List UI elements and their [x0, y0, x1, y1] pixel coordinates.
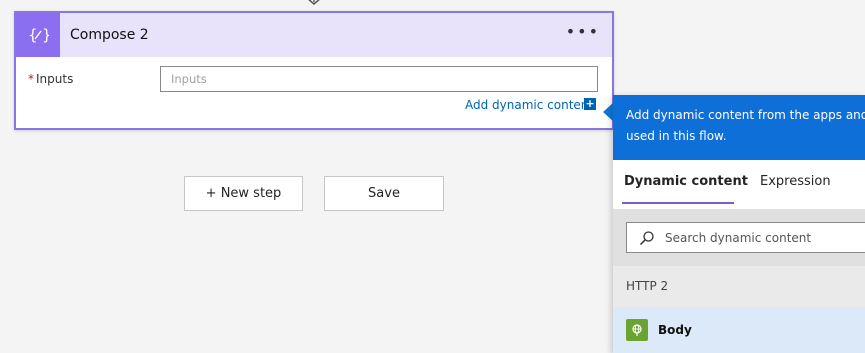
search-input[interactable]: Search dynamic content [626, 222, 865, 253]
card-title[interactable]: Compose 2 [70, 27, 149, 43]
svg-text:{: { [28, 26, 38, 44]
inputs-label-text: Inputs [36, 72, 74, 86]
search-icon [639, 230, 654, 245]
save-button[interactable]: Save [324, 176, 444, 211]
card-header[interactable]: { } Compose 2 ••• [16, 13, 612, 57]
inputs-field[interactable] [160, 66, 598, 92]
inputs-label: * Inputs [28, 72, 73, 86]
new-step-button[interactable]: + New step [184, 176, 303, 211]
tab-expression[interactable]: Expression [760, 174, 831, 189]
connector-arrow-icon [308, 0, 320, 5]
panel-description: Add dynamic content from the apps and c … [613, 95, 865, 160]
dynamic-item-body[interactable]: Body [613, 307, 865, 353]
more-options-icon[interactable]: ••• [566, 23, 600, 41]
dynamic-content-panel: Add dynamic content from the apps and c … [613, 95, 865, 353]
compose-icon: { } [16, 13, 60, 57]
add-dynamic-content-icon[interactable]: + [584, 98, 596, 110]
panel-description-line-1: Add dynamic content from the apps and c [626, 108, 865, 122]
http-globe-icon [626, 319, 648, 341]
active-tab-indicator [622, 202, 734, 204]
panel-description-line-2: used in this flow. [626, 129, 727, 143]
search-placeholder[interactable]: Search dynamic content [665, 231, 811, 245]
panel-tabs: Dynamic content Expression [613, 160, 865, 209]
tab-dynamic-content[interactable]: Dynamic content [624, 174, 748, 189]
required-mark: * [28, 72, 34, 86]
compose-action-card[interactable]: { } Compose 2 ••• *Inputs Add dynamic co… [14, 11, 614, 130]
dynamic-item-label[interactable]: Body [658, 323, 692, 337]
compose-braces-icon: { } [28, 26, 49, 44]
add-dynamic-content-link[interactable]: Add dynamic content [465, 98, 593, 112]
section-header-http-2[interactable]: HTTP 2 [613, 266, 865, 307]
search-area: Search dynamic content [613, 209, 865, 266]
svg-text:}: } [42, 26, 49, 44]
